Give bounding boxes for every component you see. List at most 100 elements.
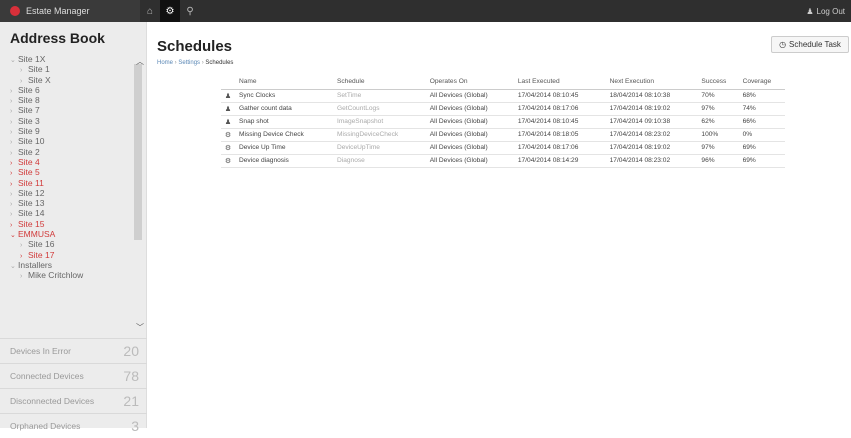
chevron-down-icon: ⌄	[10, 57, 16, 64]
column-header[interactable]: Last Executed	[513, 75, 606, 90]
table-row[interactable]: ♟ Gather count data GetCountLogs All Device…	[221, 102, 785, 116]
stat-disconnected-devices[interactable]: Disconnected Devices 21	[0, 388, 147, 413]
tree-item[interactable]: › Site 15	[0, 219, 134, 229]
tree-item[interactable]: › Site 6	[0, 85, 134, 95]
cell-schedule: DeviceUpTime	[332, 141, 426, 155]
tree-item[interactable]: ⌄ EMMUSA	[0, 229, 134, 239]
table-row[interactable]: ♟ Snap shot ImageSnapshot All Devices (Glob…	[221, 115, 785, 129]
breadcrumb-current: Schedules	[205, 60, 234, 66]
table-row[interactable]: ⚙ Missing Device Check MissingDeviceCheck A…	[221, 128, 785, 142]
tree-item[interactable]: › Site 17	[0, 250, 134, 260]
breadcrumb: Home › Settings › Schedules	[157, 60, 233, 66]
cell-name: Snap shot	[235, 115, 333, 129]
cell-operates: All Devices (Global)	[425, 154, 514, 168]
tree-item[interactable]: › Site 13	[0, 198, 134, 208]
tree-item-label: Site 2	[18, 146, 40, 157]
tree-item[interactable]: › Site 2	[0, 147, 134, 157]
stat-devices-in-error[interactable]: Devices In Error 20	[0, 338, 147, 363]
column-header[interactable]: Schedule	[332, 75, 426, 90]
tree-item-label: EMMUSA	[18, 229, 56, 240]
cell-name: Device Up Time	[235, 141, 333, 155]
cell-name: Sync Clocks	[235, 89, 333, 103]
column-header[interactable]: Next Execution	[605, 75, 698, 90]
cell-operates: All Devices (Global)	[425, 128, 514, 142]
gear-icon[interactable]: ⚙	[160, 0, 180, 22]
tree-item[interactable]: › Site 9	[0, 126, 134, 136]
table-row[interactable]: ♟ Sync Clocks SetTime All Devices (Global) 1…	[221, 89, 785, 103]
logout-label: Log Out	[816, 6, 845, 16]
tree-item-label: Site 1	[28, 64, 50, 75]
breadcrumb-home[interactable]: Home	[157, 60, 173, 66]
person-icon: ♟	[221, 115, 235, 129]
cell-last: 17/04/2014 08:17:06	[513, 102, 606, 116]
tree-item-label: Site 6	[18, 84, 40, 95]
schedule-task-button[interactable]: ◷ Schedule Task	[771, 36, 849, 53]
stat-label: Disconnected Devices	[10, 396, 95, 406]
tree-item-label: Site X	[28, 74, 51, 85]
stat-count: 20	[123, 343, 139, 359]
cell-schedule: GetCountLogs	[332, 102, 426, 116]
app-name: Estate Manager	[26, 6, 90, 16]
cell-name: Missing Device Check	[235, 128, 333, 142]
person-icon: ♟	[221, 102, 235, 116]
gear-icon: ⚙	[221, 141, 235, 155]
home-icon[interactable]: ⌂	[140, 0, 160, 22]
cell-coverage: 69%	[738, 154, 785, 168]
stat-connected-devices[interactable]: Connected Devices 78	[0, 363, 147, 388]
cell-success: 62%	[697, 115, 739, 129]
cell-name: Gather count data	[235, 102, 333, 116]
chevron-down-icon: ⌄	[10, 262, 16, 270]
column-header[interactable]: Operates On	[425, 75, 514, 90]
schedule-task-label: Schedule Task	[789, 40, 841, 49]
top-navbar: Estate Manager ⌂ ⚙ ⚲ ♟ Log Out	[0, 0, 851, 22]
tree-item[interactable]: › Site 16	[0, 239, 134, 249]
tree-item-label: Site 8	[18, 95, 40, 106]
cell-success: 97%	[697, 141, 739, 155]
brand[interactable]: Estate Manager	[0, 0, 140, 22]
column-header[interactable]: Name	[235, 75, 333, 90]
tree-item[interactable]: ⌄ Installers	[0, 260, 134, 270]
logout-link[interactable]: ♟ Log Out	[806, 0, 845, 22]
tree-item-label: Site 10	[18, 136, 45, 147]
tree-item-label: Site 9	[18, 126, 40, 137]
tree-item[interactable]: ⌄ Site 1X	[0, 54, 134, 64]
icon-column-header	[221, 75, 235, 90]
tree-item-label: Site 12	[18, 187, 45, 198]
scroll-down-icon[interactable]: ﹀	[136, 322, 144, 333]
stat-count: 21	[123, 393, 139, 409]
breadcrumb-settings[interactable]: Settings	[178, 60, 200, 66]
tree-item[interactable]: › Site 8	[0, 95, 134, 105]
tree-item[interactable]: › Site 3	[0, 116, 134, 126]
tree-item[interactable]: › Site 10	[0, 136, 134, 146]
tree-item[interactable]: › Site 11	[0, 178, 134, 188]
tree-item-label: Site 4	[18, 156, 40, 167]
stat-label: Orphaned Devices	[10, 421, 81, 431]
stat-orphaned-devices[interactable]: Orphaned Devices 3	[0, 413, 147, 438]
cell-success: 96%	[697, 154, 739, 168]
cell-next: 17/04/2014 08:23:02	[605, 154, 698, 168]
tree-item[interactable]: › Site 5	[0, 167, 134, 177]
cell-schedule: ImageSnapshot	[332, 115, 426, 129]
cell-next: 17/04/2014 08:19:02	[605, 102, 698, 116]
tree-item[interactable]: › Site 1	[0, 64, 134, 74]
tree-item-label: Site 17	[28, 249, 55, 260]
tree-item[interactable]: › Mike Critchlow	[0, 270, 134, 280]
address-book-title: Address Book	[10, 30, 105, 46]
tree-item-label: Site 1X	[18, 54, 46, 64]
column-header[interactable]: Success	[697, 75, 739, 90]
tree-item[interactable]: › Site 4	[0, 157, 134, 167]
schedules-table: Name Schedule Operates On Last Executed Next…	[221, 75, 785, 168]
table-row[interactable]: ⚙ Device Up Time DeviceUpTime All Devices (…	[221, 141, 785, 155]
cell-next: 17/04/2014 08:19:02	[605, 141, 698, 155]
tree-item[interactable]: › Site 12	[0, 188, 134, 198]
table-row[interactable]: ⚙ Device diagnosis Diagnose All Devices (Gl…	[221, 154, 785, 168]
scroll-up-icon[interactable]: ︿	[136, 56, 144, 67]
tree-item[interactable]: › Site 14	[0, 208, 134, 218]
scrollbar-thumb[interactable]	[134, 64, 142, 240]
logo-icon	[10, 6, 20, 16]
column-header[interactable]: Coverage	[738, 75, 785, 90]
tree-item[interactable]: › Site 7	[0, 105, 134, 115]
tree-item[interactable]: › Site X	[0, 75, 134, 85]
search-icon[interactable]: ⚲	[180, 0, 200, 22]
gear-icon: ⚙	[221, 154, 235, 168]
